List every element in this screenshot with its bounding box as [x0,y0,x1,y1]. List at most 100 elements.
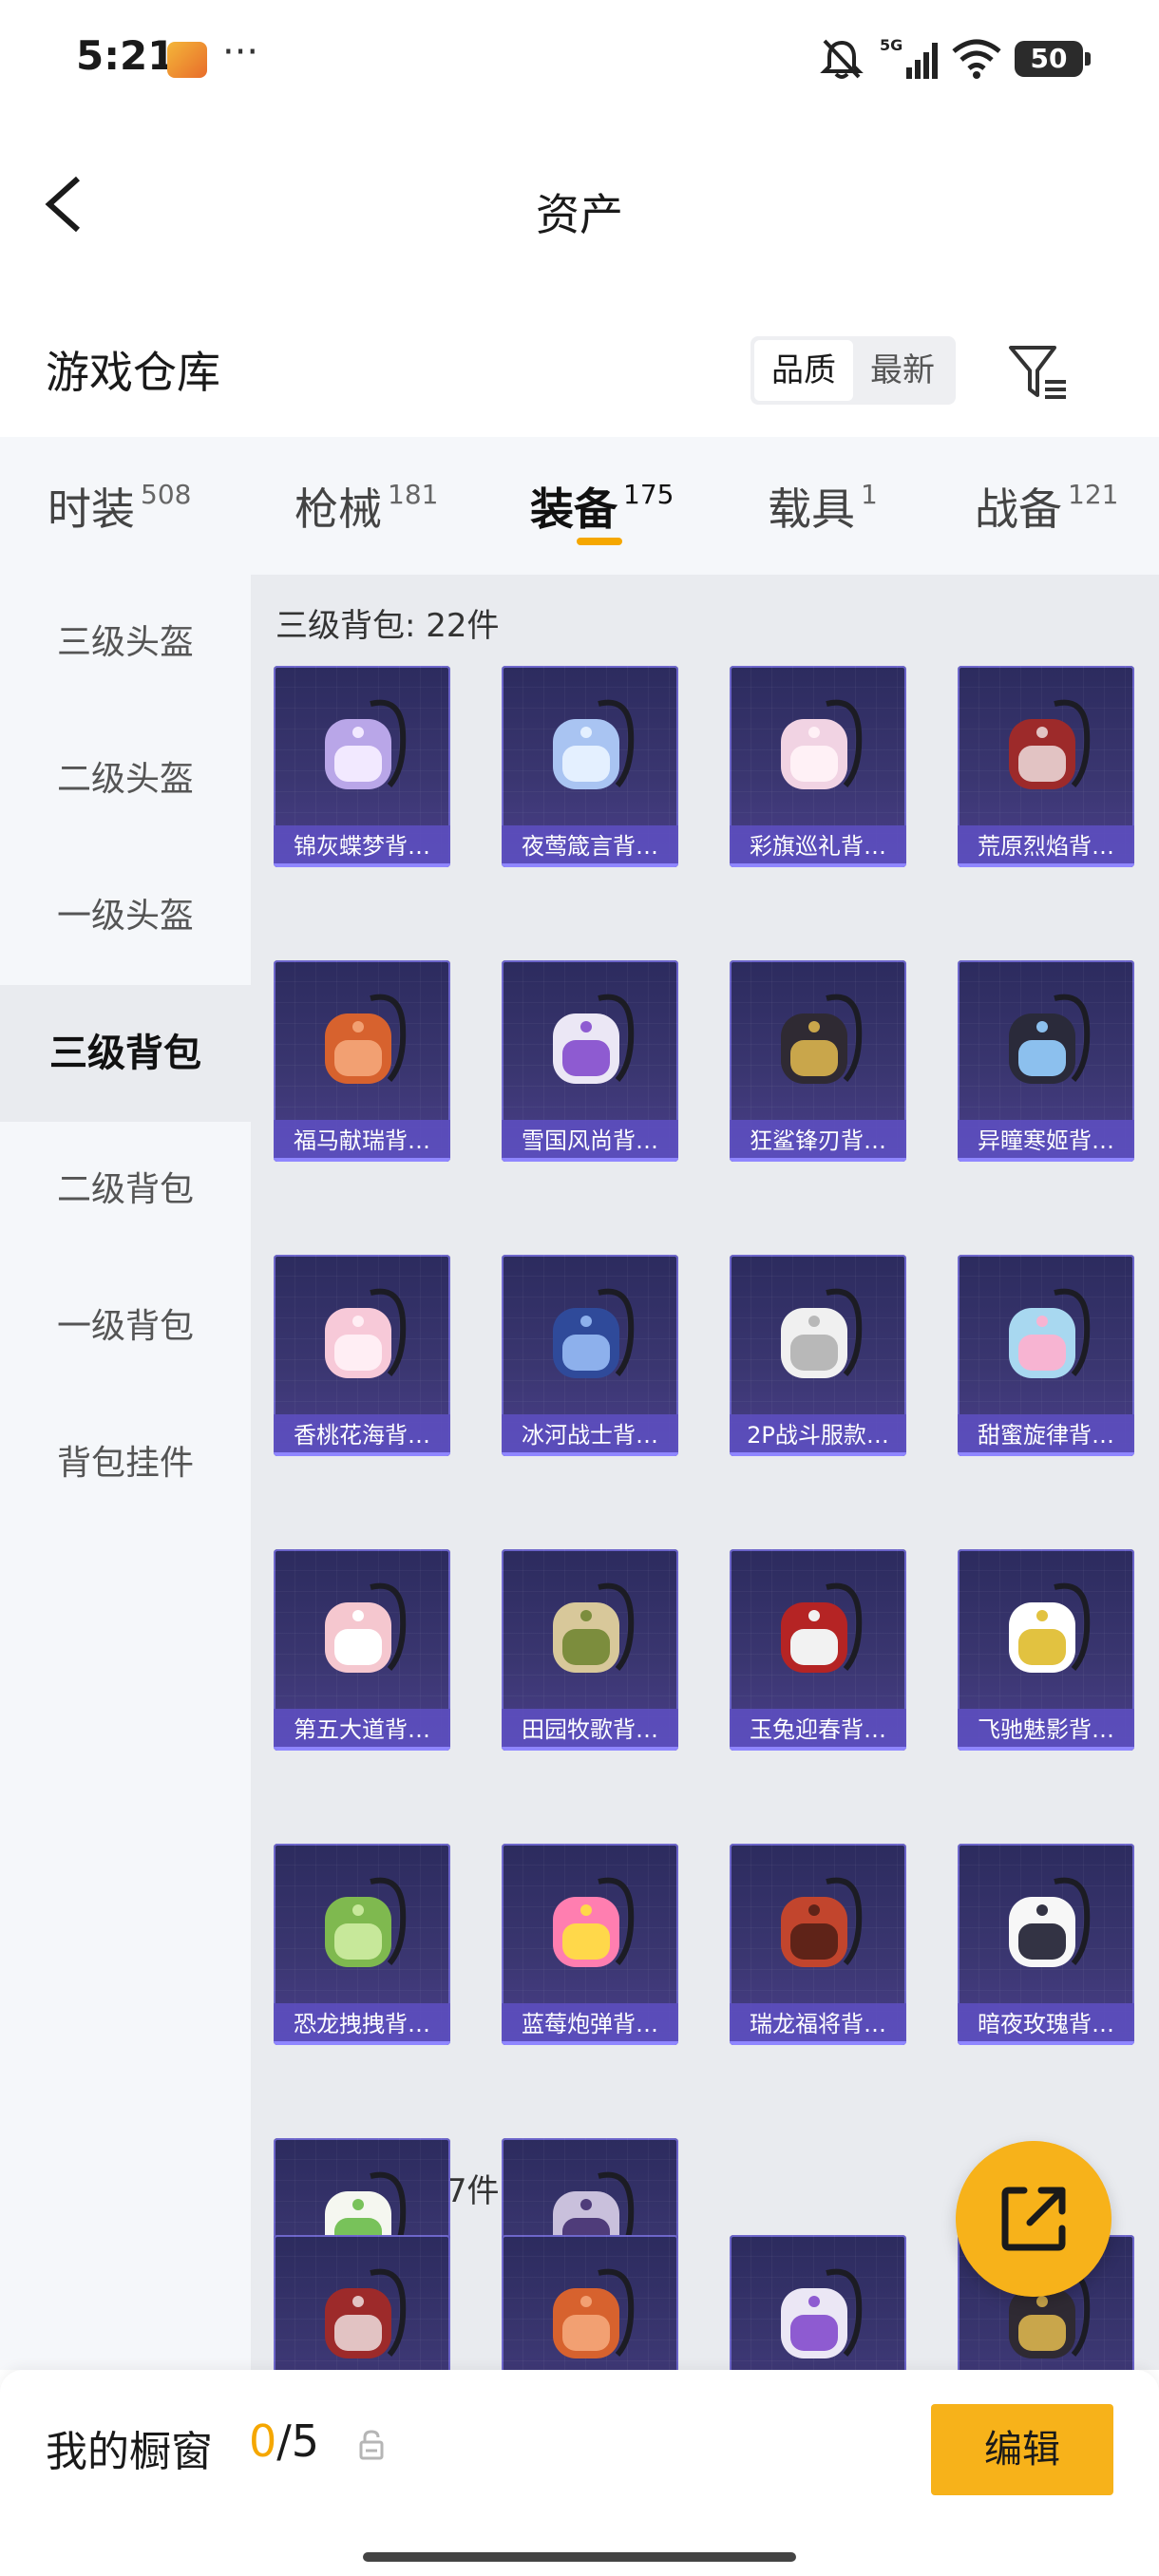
nav-bar: 资产 [0,142,1159,266]
battery-indicator: 50 [1015,41,1091,77]
backpack-card[interactable]: 夜莺箴言背… [502,666,678,867]
backpack-card[interactable]: 飞驰魅影背… [958,1549,1134,1751]
backpack-card[interactable]: 彩旗巡礼背… [730,666,906,867]
backpack-card[interactable]: 异瞳寒姬背… [958,960,1134,1162]
more-notifications-icon: ··· [222,30,259,74]
tab-supplies[interactable]: 战备 121 [975,475,1118,538]
app-notification-icon [167,42,207,78]
card-rarity-line [730,1747,906,1751]
backpack-card-label: 第五大道背… [274,1709,450,1751]
backpack-icon [325,1582,407,1673]
card-rarity-line [502,1747,678,1751]
card-rarity-line [958,2041,1134,2045]
category-tabs: 时装 508 枪械 181 装备 175 载具 1 战备 121 [0,437,1159,575]
backpack-card-label: 锦灰蝶梦背… [274,825,450,867]
backpack-card[interactable]: 瑞龙福将背… [730,1844,906,2045]
backpack-card-label: 狂鲨锋刃背… [730,1120,906,1162]
backpack-card[interactable] [730,2235,906,2370]
backpack-card-label: 福马献瑞背… [274,1120,450,1162]
backpack-card[interactable]: 恐龙拽拽背… [274,1844,450,2045]
sidebar-item-level1-helmet[interactable]: 一级头盔 [0,848,251,985]
tab-equipment[interactable]: 装备 175 [530,475,674,538]
backpack-card-label: 飞驰魅影背… [958,1709,1134,1751]
backpack-card[interactable]: 福马献瑞背… [274,960,450,1162]
backpack-card[interactable]: 玉兔迎春背… [730,1549,906,1751]
sidebar-item-backpack-charm[interactable]: 背包挂件 [0,1395,251,1532]
backpack-card[interactable]: 锦灰蝶梦背… [274,666,450,867]
card-rarity-line [274,1747,450,1751]
item-grid: 三级背包: 22件 二级背包: 27件 锦灰蝶梦背…夜莺箴言背…彩旗巡礼背…荒原… [251,575,1159,2370]
card-rarity-line [274,1158,450,1162]
backpack-card-label: 恐龙拽拽背… [274,2003,450,2045]
status-bar: 5:21 ··· 5G 50 [0,0,1159,114]
network-label: 5G [880,36,902,54]
backpack-icon [781,699,863,789]
backpack-icon [325,2268,407,2358]
home-indicator [363,2552,796,2562]
backpack-icon [553,1582,635,1673]
sort-by-newest[interactable]: 最新 [853,340,952,401]
warehouse-header: 游戏仓库 品质 最新 [0,313,1159,427]
card-rarity-line [274,863,450,867]
backpack-icon [325,1288,407,1378]
backpack-icon [1009,1877,1091,1967]
card-rarity-line [274,1452,450,1456]
backpack-icon [781,994,863,1084]
bottom-bar: 我的橱窗 0/5 编辑 [0,2370,1159,2576]
sidebar-item-level3-backpack[interactable]: 三级背包 [0,985,251,1122]
backpack-card-label: 香桃花海背… [274,1414,450,1456]
status-icons: 5G 50 [819,32,1091,85]
tab-vehicles[interactable]: 载具 1 [768,475,878,538]
sidebar-item-level3-helmet[interactable]: 三级头盔 [0,575,251,711]
sidebar-item-level1-backpack[interactable]: 一级背包 [0,1259,251,1395]
backpack-card-label: 瑞龙福将背… [730,2003,906,2045]
backpack-icon [553,994,635,1084]
backpack-card[interactable]: 雪国风尚背… [502,960,678,1162]
backpack-icon [325,1877,407,1967]
backpack-card[interactable]: 甜蜜旋律背… [958,1255,1134,1456]
card-rarity-line [502,1452,678,1456]
sidebar-item-level2-backpack[interactable]: 二级背包 [0,1122,251,1259]
backpack-card[interactable] [502,2235,678,2370]
backpack-card-label: 雪国风尚背… [502,1120,678,1162]
card-rarity-line [502,2041,678,2045]
edit-button[interactable]: 编辑 [931,2404,1113,2495]
backpack-card-label: 玉兔迎春背… [730,1709,906,1751]
backpack-card[interactable]: 荒原烈焰背… [958,666,1134,867]
warehouse-title: 游戏仓库 [46,347,220,398]
card-rarity-line [730,2041,906,2045]
backpack-icon [1009,1582,1091,1673]
card-rarity-line [274,2041,450,2045]
backpack-icon [1009,1288,1091,1378]
backpack-icon [1009,994,1091,1084]
backpack-card[interactable]: 田园牧歌背… [502,1549,678,1751]
backpack-card[interactable]: 香桃花海背… [274,1255,450,1456]
backpack-card-label: 甜蜜旋律背… [958,1414,1134,1456]
backpack-icon [781,2268,863,2358]
backpack-icon [1009,699,1091,789]
backpack-card[interactable] [274,2235,450,2370]
backpack-card-label: 田园牧歌背… [502,1709,678,1751]
backpack-card-label: 暗夜玫瑰背… [958,2003,1134,2045]
backpack-card[interactable]: 狂鲨锋刃背… [730,960,906,1162]
backpack-card[interactable]: 第五大道背… [274,1549,450,1751]
sort-toggle: 品质 最新 [750,336,956,405]
backpack-card[interactable]: 冰河战士背… [502,1255,678,1456]
lock-icon [359,2430,384,2460]
tab-fashion[interactable]: 时装 508 [48,475,191,538]
showcase-count: 0/5 [249,2415,320,2467]
card-rarity-line [502,1158,678,1162]
tab-weapons[interactable]: 枪械 181 [294,475,438,538]
sidebar-item-level2-helmet[interactable]: 二级头盔 [0,711,251,848]
sort-by-quality[interactable]: 品质 [754,340,853,401]
card-rarity-line [730,1158,906,1162]
filter-icon[interactable] [1005,340,1072,407]
backpack-card[interactable]: 蓝莓炮弹背… [502,1844,678,2045]
backpack-card[interactable]: 暗夜玫瑰背… [958,1844,1134,2045]
backpack-icon [325,994,407,1084]
backpack-icon [553,1288,635,1378]
share-button[interactable] [956,2141,1112,2297]
backpack-card-label: 荒原烈焰背… [958,825,1134,867]
backpack-card-label: 彩旗巡礼背… [730,825,906,867]
backpack-card[interactable]: 2P战斗服款… [730,1255,906,1456]
